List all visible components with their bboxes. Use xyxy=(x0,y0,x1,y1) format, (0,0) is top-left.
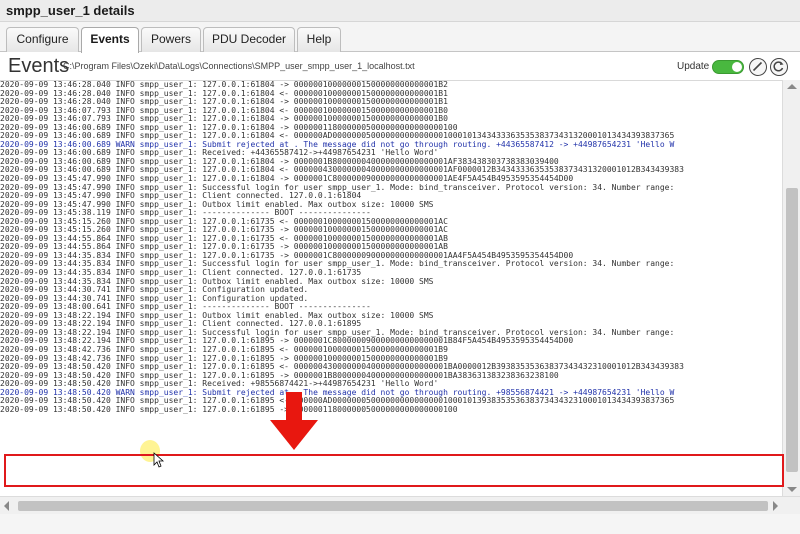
log-file-path: C:\Program Files\Ozeki\Data\Logs\Connect… xyxy=(63,61,415,71)
events-header: Events C:\Program Files\Ozeki\Data\Logs\… xyxy=(0,53,800,80)
refresh-button[interactable] xyxy=(770,58,788,76)
scroll-right-icon[interactable] xyxy=(773,501,778,511)
update-toggle[interactable] xyxy=(712,60,744,74)
log-line: 2020-09-09 13:48:50.420 INFO smpp_user_1… xyxy=(0,404,458,414)
refresh-icon xyxy=(773,61,784,72)
window-title: smpp_user_1 details xyxy=(6,3,135,18)
vertical-scrollbar[interactable] xyxy=(782,80,800,496)
page-title: Events xyxy=(8,55,70,77)
stop-icon xyxy=(752,61,763,72)
stop-button[interactable] xyxy=(749,58,767,76)
tab-pdu-decoder[interactable]: PDU Decoder xyxy=(203,27,295,52)
horizontal-scroll-thumb[interactable] xyxy=(18,501,768,511)
horizontal-scrollbar[interactable] xyxy=(0,496,800,514)
event-log[interactable]: 2020-09-09 13:46:28.040 INFO smpp_user_1… xyxy=(0,80,782,496)
tab-help[interactable]: Help xyxy=(297,27,341,52)
vertical-scroll-thumb[interactable] xyxy=(786,188,798,472)
tab-powers[interactable]: Powers xyxy=(141,27,201,52)
title-bar: smpp_user_1 details xyxy=(0,0,800,22)
tab-strip: Configure Events Powers PDU Decoder Help xyxy=(0,22,800,53)
toggle-knob xyxy=(732,62,742,72)
scroll-down-icon[interactable] xyxy=(787,487,797,492)
scroll-left-icon[interactable] xyxy=(4,501,9,511)
bottom-bar xyxy=(0,514,800,534)
scroll-up-icon[interactable] xyxy=(787,84,797,89)
tab-configure[interactable]: Configure xyxy=(6,27,79,52)
update-label: Update xyxy=(677,61,710,72)
tab-events[interactable]: Events xyxy=(81,27,139,53)
